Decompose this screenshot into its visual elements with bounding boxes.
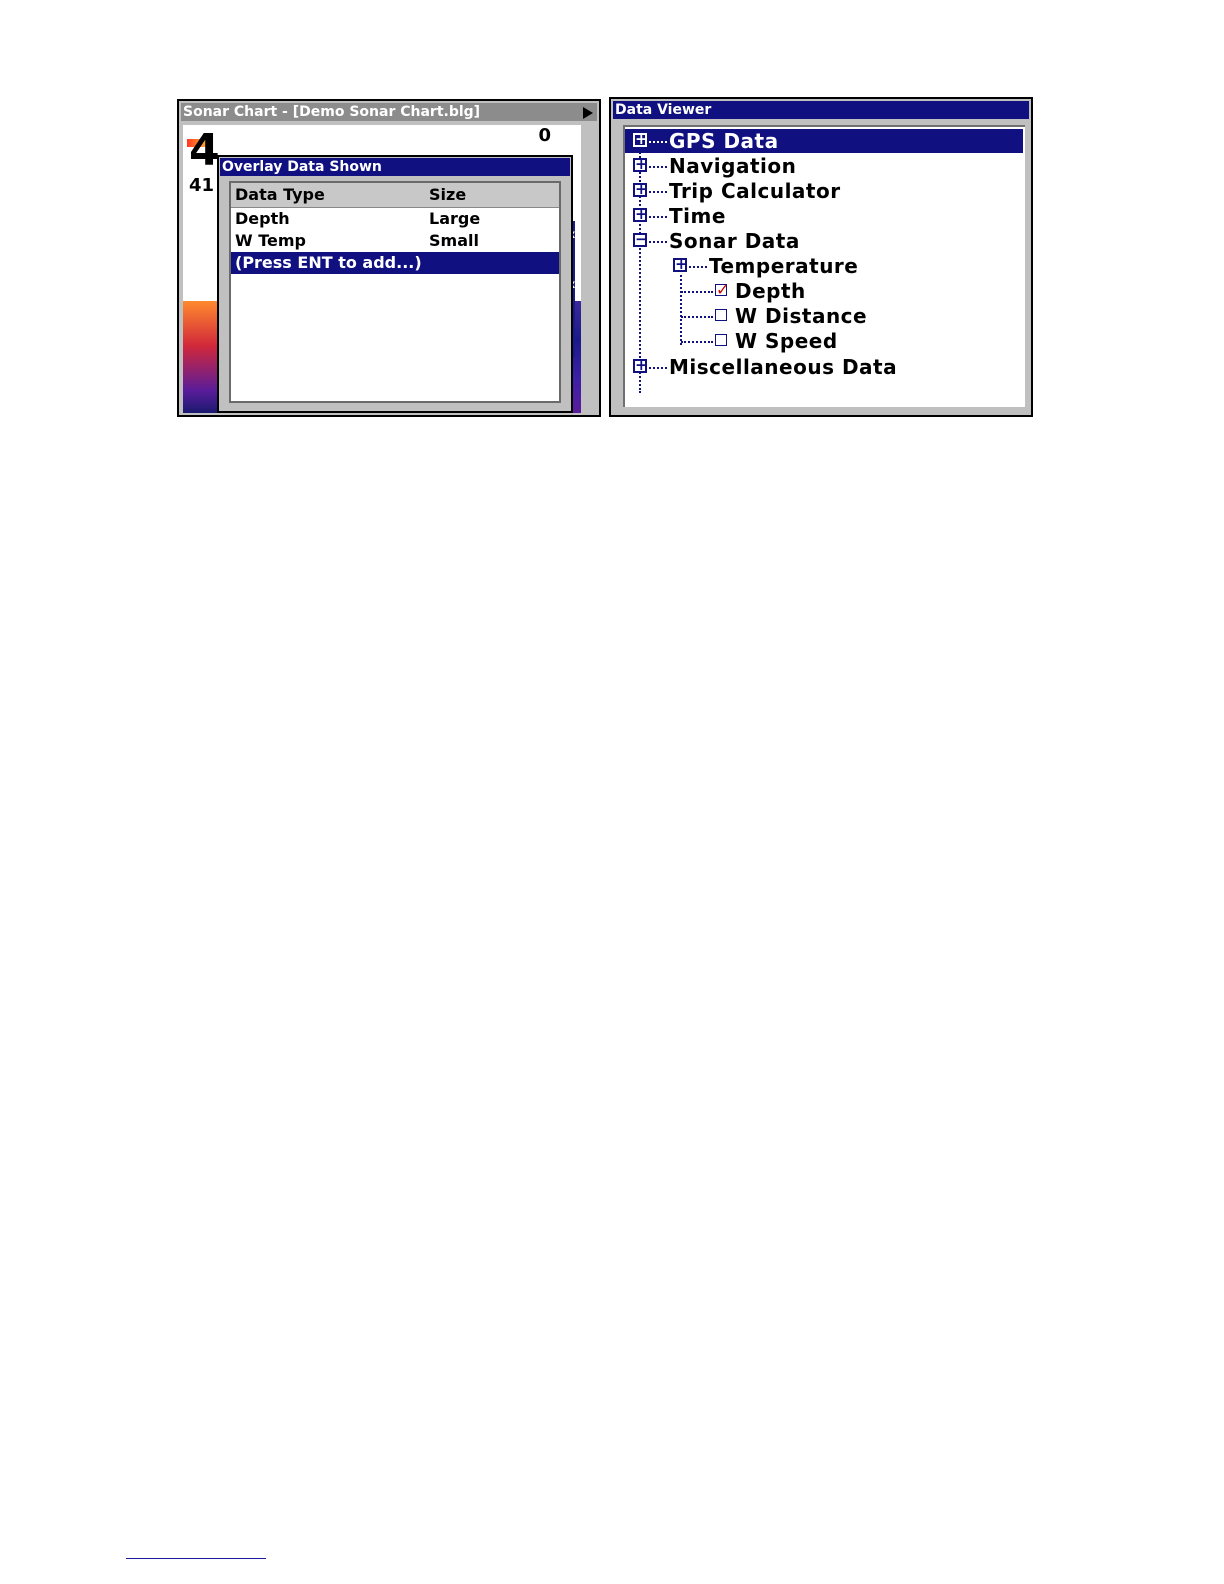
tree-item-miscellaneous-data[interactable]: + Miscellaneous Data xyxy=(625,355,965,379)
tree-item-label: Sonar Data xyxy=(669,229,800,253)
data-type-cell: Depth xyxy=(235,209,290,228)
data-tree: + GPS Data + Navigation + Trip Calculato… xyxy=(623,125,1025,407)
checkmark-icon[interactable]: ✓ xyxy=(715,282,729,298)
tree-item-label: Trip Calculator xyxy=(669,179,841,203)
tree-connector xyxy=(649,241,667,243)
tree-connector xyxy=(689,266,707,268)
tree-item-depth[interactable]: ✓ Depth xyxy=(625,279,925,303)
add-data-item[interactable]: (Press ENT to add...) xyxy=(231,252,559,274)
expand-icon[interactable]: + xyxy=(633,182,648,197)
tree-item-label: GPS Data xyxy=(669,129,779,153)
data-type-cell: W Temp xyxy=(235,231,306,250)
right-arrow-icon[interactable] xyxy=(583,107,593,119)
overlay-data-dialog: Overlay Data Shown Data Type Size Depth … xyxy=(217,155,573,413)
tree-connector xyxy=(649,166,667,168)
tree-item-label: Navigation xyxy=(669,154,797,178)
expand-icon[interactable]: + xyxy=(633,132,648,147)
tree-connector xyxy=(681,291,713,293)
data-viewer-window: Data Viewer + GPS Data + Navigation + Tr… xyxy=(609,97,1033,417)
collapse-icon[interactable]: − xyxy=(633,232,648,247)
tree-item-gps-data[interactable]: + GPS Data xyxy=(625,129,1023,153)
depth-scale-top: 0 xyxy=(538,125,551,146)
tree-item-time[interactable]: + Time xyxy=(625,204,925,228)
tree-connector xyxy=(649,191,667,193)
list-item[interactable]: W Temp Small xyxy=(231,230,559,252)
column-header-data-type: Data Type xyxy=(235,185,325,204)
column-header-size: Size xyxy=(429,185,467,204)
data-viewer-title: Data Viewer xyxy=(613,101,1029,119)
depth-readout-small: 41 xyxy=(189,175,215,196)
overlay-dialog-title: Overlay Data Shown xyxy=(220,158,570,176)
tree-connector xyxy=(649,216,667,218)
size-cell: Small xyxy=(429,231,479,250)
tree-item-navigation[interactable]: + Navigation xyxy=(625,154,925,178)
tree-item-w-distance[interactable]: W Distance xyxy=(625,304,925,328)
overlay-data-list: Data Type Size Depth Large W Temp Small … xyxy=(229,181,561,403)
expand-icon[interactable]: + xyxy=(673,257,688,272)
tree-connector xyxy=(649,141,667,143)
list-item[interactable]: Depth Large xyxy=(231,208,559,230)
add-prompt-label: (Press ENT to add...) xyxy=(235,253,422,272)
footer-divider xyxy=(126,1558,266,1559)
list-header: Data Type Size xyxy=(231,183,559,208)
checkbox-icon[interactable] xyxy=(715,309,727,321)
expand-icon[interactable]: + xyxy=(633,157,648,172)
tree-connector xyxy=(649,367,667,369)
sonar-display: 4 41 0 60 2X 4X Overlay Data Shown Data … xyxy=(183,125,581,413)
tree-item-label: Depth xyxy=(735,279,806,303)
tree-item-w-speed[interactable]: W Speed xyxy=(625,329,925,353)
tree-connector xyxy=(681,316,713,318)
expand-icon[interactable]: + xyxy=(633,358,648,373)
depth-readout-large: 4 xyxy=(189,125,220,176)
tree-connector xyxy=(681,341,713,343)
tree-item-sonar-data[interactable]: − Sonar Data xyxy=(625,229,925,253)
expand-icon[interactable]: + xyxy=(633,207,648,222)
sonar-chart-window: Sonar Chart - [Demo Sonar Chart.blg] 4 4… xyxy=(177,99,601,417)
tree-item-temperature[interactable]: + Temperature xyxy=(625,254,925,278)
tree-item-label: W Distance xyxy=(735,304,868,328)
tree-item-label: Temperature xyxy=(709,254,859,278)
tree-item-label: W Speed xyxy=(735,329,838,353)
tree-item-trip-calculator[interactable]: + Trip Calculator xyxy=(625,179,925,203)
tree-item-label: Miscellaneous Data xyxy=(669,355,898,379)
checkbox-icon[interactable] xyxy=(715,334,727,346)
size-cell: Large xyxy=(429,209,481,228)
sonar-chart-title: Sonar Chart - [Demo Sonar Chart.blg] xyxy=(181,103,597,121)
tree-item-label: Time xyxy=(669,204,726,228)
